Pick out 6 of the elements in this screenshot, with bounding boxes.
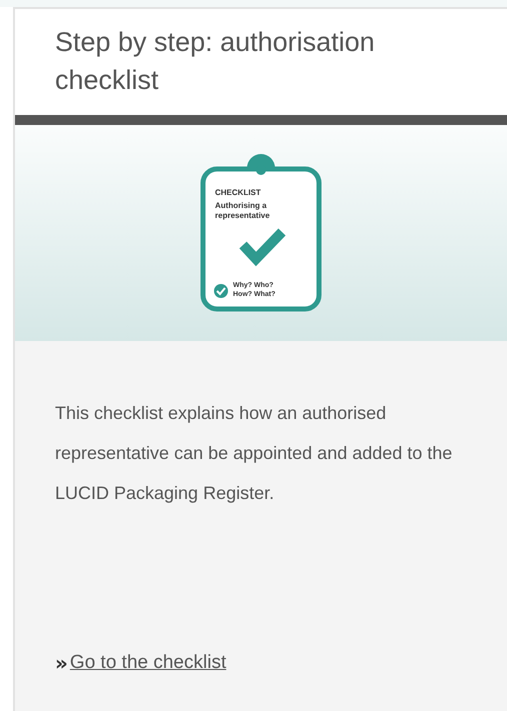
- chevron-icon: »: [55, 648, 68, 678]
- clipboard-subtitle: Authorising a representative: [215, 201, 271, 221]
- clipboard-heading: CHECKLIST: [215, 188, 262, 198]
- checklist-link[interactable]: Go to the checklist: [70, 648, 226, 678]
- description-text: This checklist explains how an authorised representative can be appointed and added to the LUCID Packaging Register.: [55, 402, 454, 505]
- card-title: Step by step: authorisation checklist: [55, 26, 376, 97]
